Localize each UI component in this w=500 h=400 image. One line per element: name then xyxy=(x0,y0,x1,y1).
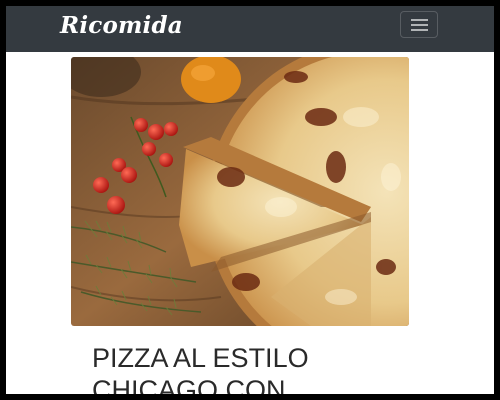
brand-logo[interactable]: Ricomida xyxy=(60,10,183,42)
article-title: PIZZA AL ESTILO CHICAGO CON xyxy=(92,343,309,394)
navbar-toggle-button[interactable] xyxy=(400,11,438,38)
browser-viewport: Ricomida PIZZA AL ESTILO CHICAGO CON xyxy=(6,6,494,394)
hero-image xyxy=(71,57,409,326)
top-navbar: Ricomida xyxy=(6,6,494,52)
